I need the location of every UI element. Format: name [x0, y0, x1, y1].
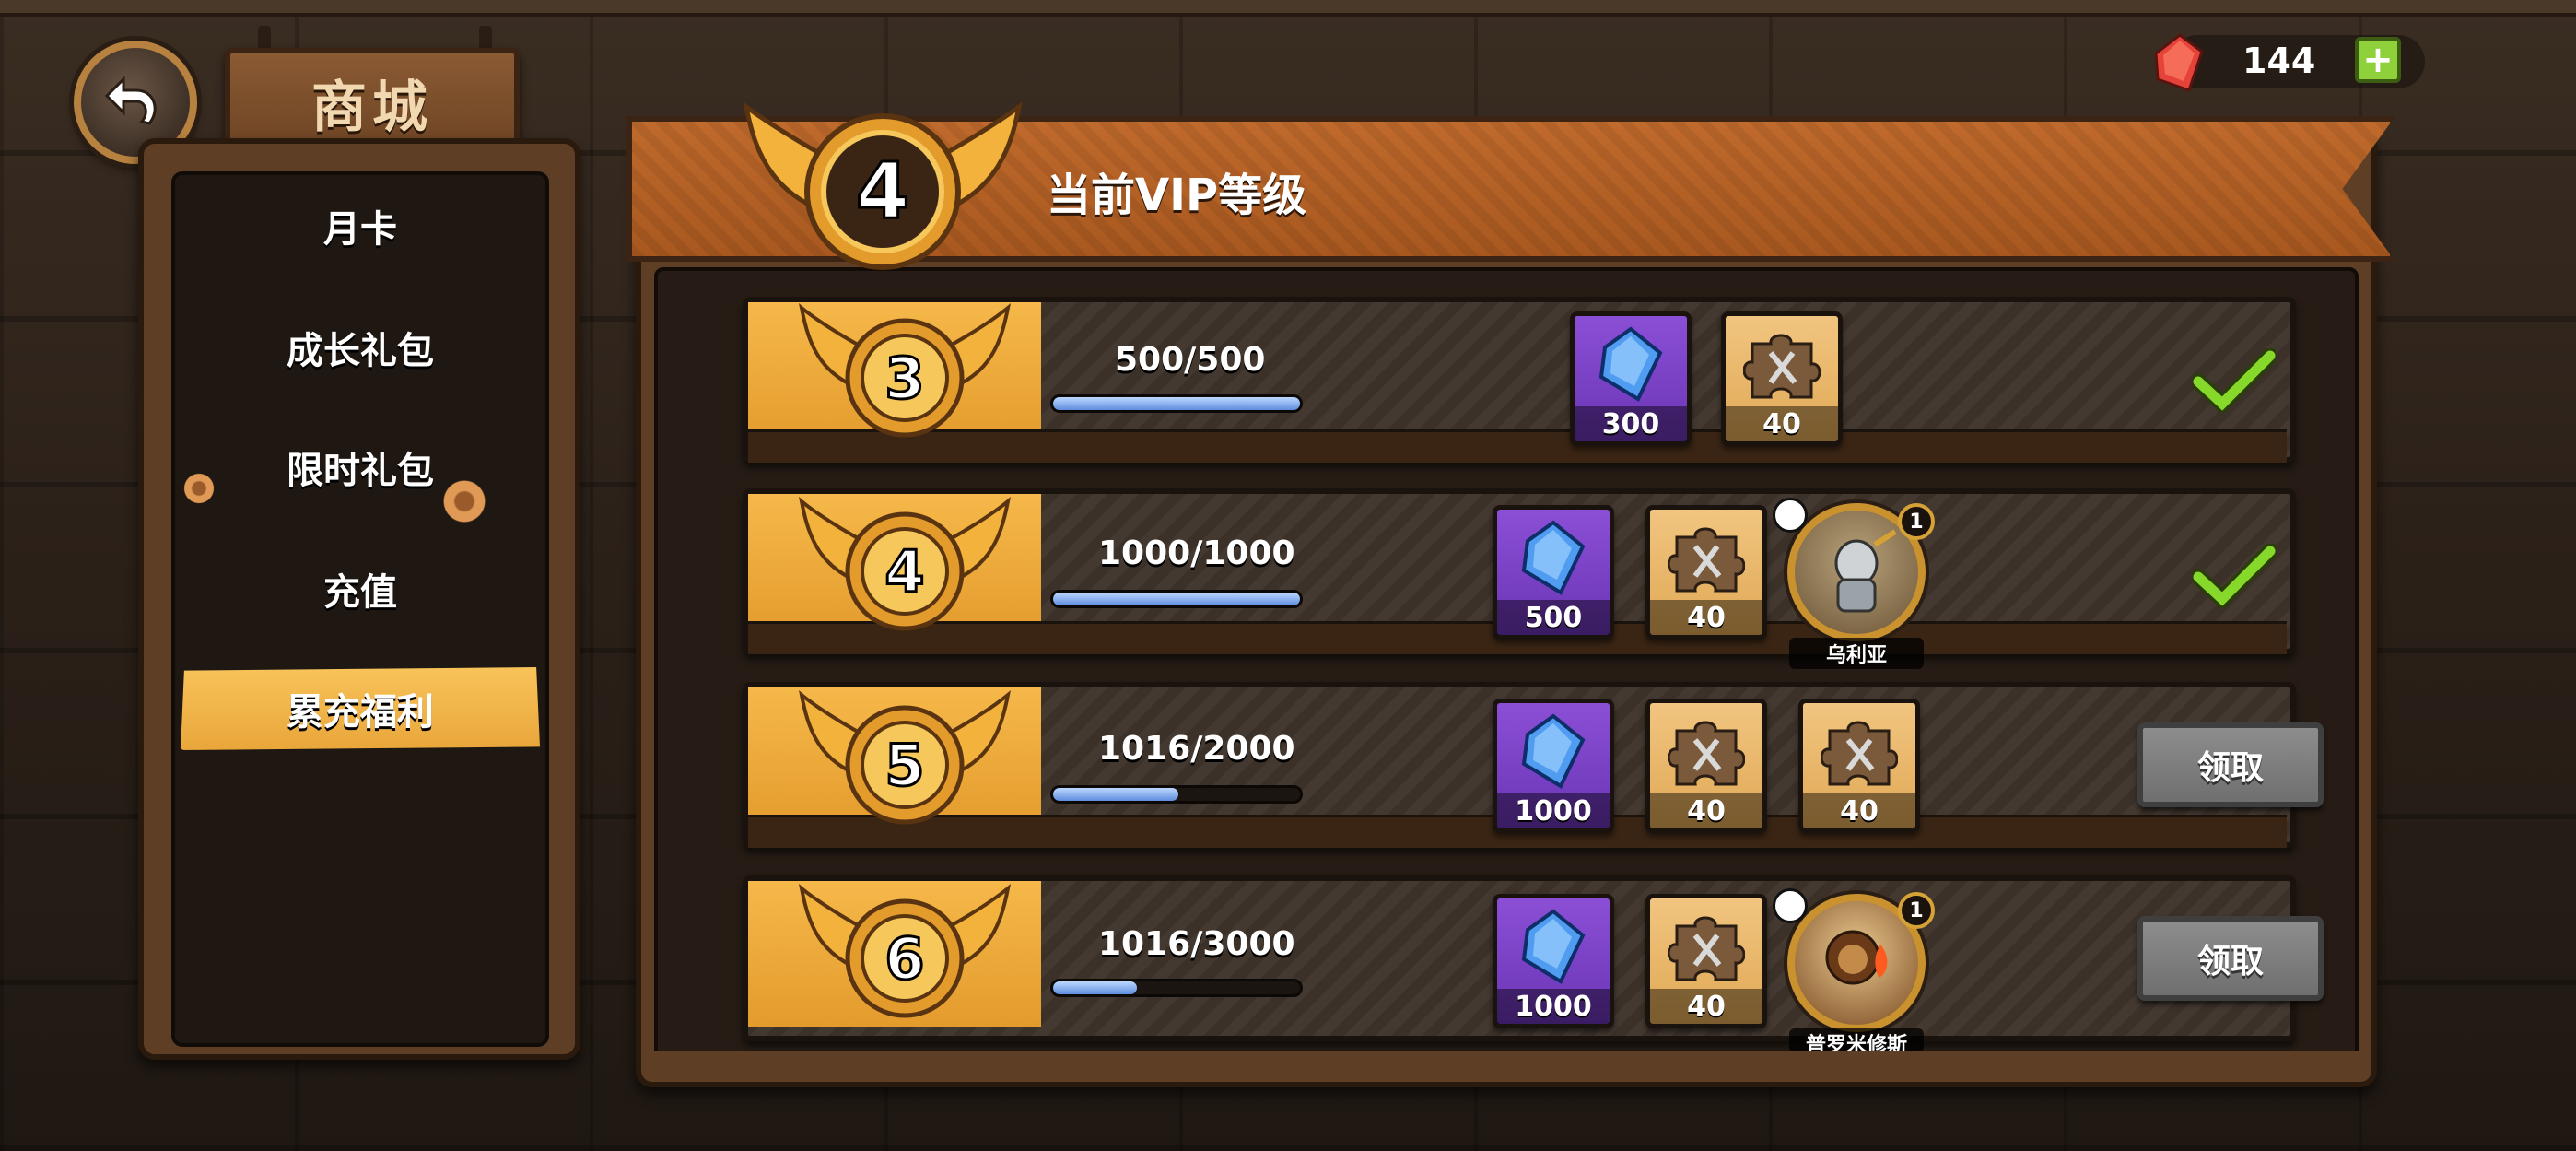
progress-fill: [1053, 788, 1179, 801]
reward-item-gem[interactable]: 300: [1570, 311, 1692, 446]
reward-item-puzzle[interactable]: 40: [1798, 699, 1920, 833]
hero-element-icon: [1773, 888, 1808, 923]
sidebar-item-label: 充值: [323, 571, 397, 614]
hero-badge-count: 1: [1909, 898, 1924, 922]
lion-warrior-icon: [1825, 930, 1888, 985]
vip-banner-title: 当前VIP等级: [1047, 170, 1307, 221]
reward-qty: 40: [1726, 406, 1838, 441]
currency-value: 144: [2242, 41, 2316, 81]
add-currency-button[interactable]: +: [2355, 37, 2401, 83]
vip-row-level: 5: [884, 732, 924, 799]
claim-button[interactable]: 领取: [2137, 916, 2324, 1001]
hero-star-badge: 1: [1898, 503, 1935, 540]
hero-name: 普罗米修斯: [1789, 1028, 1924, 1052]
reward-item-puzzle[interactable]: 40: [1721, 311, 1843, 446]
reward-qty: 500: [1497, 600, 1610, 635]
shop-title: 商城: [311, 75, 433, 140]
sidebar-item-monthly-card[interactable]: 月卡: [181, 184, 540, 267]
content-frame-bottom: [636, 1051, 2377, 1087]
vip-level-number: 4: [856, 146, 909, 236]
blue-gem-icon: [1521, 520, 1586, 595]
puzzle-piece-icon: [1743, 334, 1821, 399]
hero-element-icon: [1773, 498, 1808, 533]
sidebar-item-growth-pack[interactable]: 成长礼包: [181, 306, 540, 389]
progress-fill: [1053, 397, 1300, 410]
claim-button-label: 领取: [2196, 749, 2264, 787]
reward-qty: 40: [1650, 989, 1762, 1024]
progress-bar: [1050, 979, 1303, 997]
puzzle-piece-icon: [1668, 721, 1745, 786]
red-gem-icon: [2154, 33, 2204, 92]
progress-text: 1016/3000: [1098, 925, 1295, 963]
sidebar-item-recharge[interactable]: 充值: [181, 547, 540, 630]
hero-name: 乌利亚: [1789, 638, 1924, 669]
armored-knight-icon: [1834, 529, 1897, 613]
vip-level-badge: 4: [799, 496, 1011, 631]
progress-fill: [1053, 981, 1137, 994]
reward-item-gem[interactable]: 500: [1493, 505, 1614, 640]
reward-qty: 40: [1803, 793, 1915, 828]
reward-item-puzzle[interactable]: 40: [1645, 699, 1767, 833]
blue-gem-icon: [1598, 326, 1663, 402]
reward-item-gem[interactable]: 1000: [1493, 699, 1614, 833]
vip-row-level: 3: [884, 345, 924, 412]
plus-icon: +: [2362, 39, 2394, 81]
sidebar-item-cumulative-rewards[interactable]: 累充福利: [181, 667, 540, 750]
claim-button[interactable]: 领取: [2137, 722, 2324, 807]
reward-qty: 300: [1575, 406, 1687, 441]
claimed-check-icon: [2193, 348, 2276, 413]
puzzle-piece-icon: [1821, 721, 1898, 786]
vip-level-badge: 6: [799, 883, 1011, 1018]
reward-qty: 1000: [1497, 793, 1610, 828]
sidebar-item-label: 限时礼包: [287, 450, 434, 492]
progress-text: 1016/2000: [1098, 730, 1295, 768]
reward-item-puzzle[interactable]: 40: [1645, 505, 1767, 640]
sidebar-item-label: 月卡: [323, 208, 397, 251]
claim-button-label: 领取: [2196, 943, 2264, 981]
hero-badge-count: 1: [1909, 510, 1924, 534]
progress-bar: [1050, 785, 1303, 804]
vip-level-badge: 3: [799, 302, 1011, 438]
reward-qty: 40: [1650, 600, 1762, 635]
progress-bar: [1050, 590, 1303, 608]
reward-qty: 1000: [1497, 989, 1610, 1024]
blue-gem-icon: [1521, 909, 1586, 984]
vip-row-level: 6: [884, 925, 924, 992]
reward-qty: 40: [1650, 793, 1762, 828]
blue-gem-icon: [1521, 713, 1586, 789]
sidebar-item-limited-pack[interactable]: 限时礼包: [181, 426, 540, 509]
progress-fill: [1053, 593, 1300, 605]
progress-bar: [1050, 394, 1303, 413]
puzzle-piece-icon: [1668, 527, 1745, 593]
progress-text: 1000/1000: [1098, 534, 1295, 572]
progress-text: 500/500: [1115, 341, 1266, 379]
vip-row-level: 4: [884, 538, 924, 605]
sidebar-item-label: 成长礼包: [287, 330, 434, 372]
back-arrow-icon: [104, 76, 157, 125]
reward-item-puzzle[interactable]: 40: [1645, 894, 1767, 1028]
reward-item-gem[interactable]: 1000: [1493, 894, 1614, 1028]
claimed-check-icon: [2193, 544, 2276, 608]
hero-star-badge: 1: [1898, 892, 1935, 929]
puzzle-piece-icon: [1668, 916, 1745, 981]
vip-level-badge: 5: [799, 689, 1011, 825]
vip-level-emblem: 4: [743, 101, 1023, 270]
top-beam: [0, 0, 2576, 17]
sidebar-item-label: 累充福利: [287, 691, 434, 734]
